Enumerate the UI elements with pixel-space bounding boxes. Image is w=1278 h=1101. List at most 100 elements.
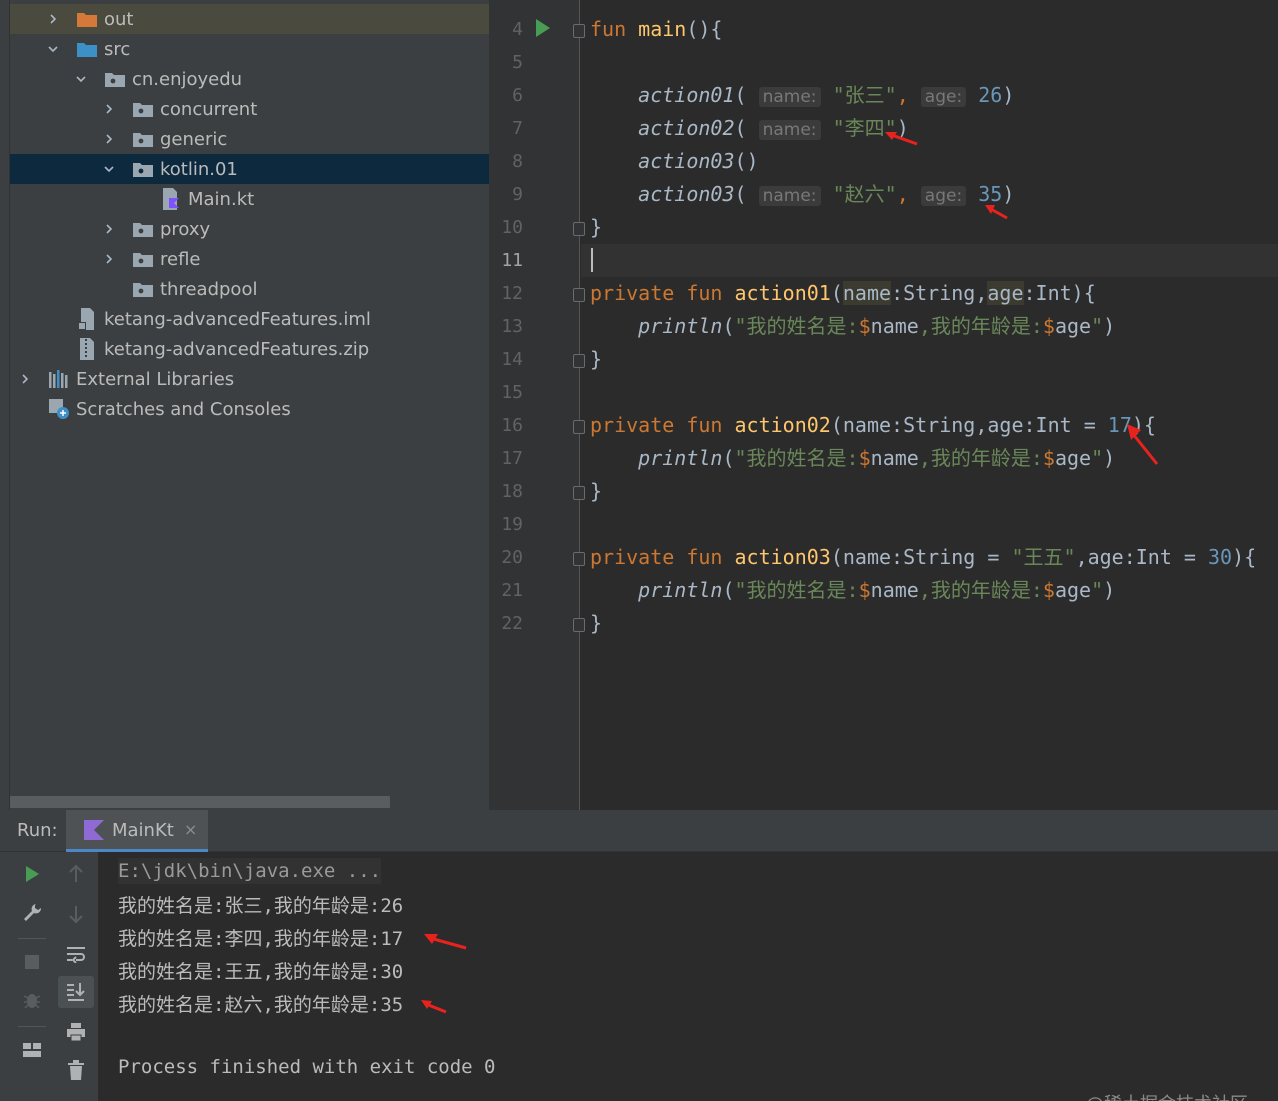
print-icon[interactable] <box>64 1020 88 1044</box>
tree-item-concurrent[interactable]: concurrent <box>10 94 489 124</box>
string-literal: "王五" <box>1011 545 1076 569</box>
function-call: action01 <box>638 83 735 107</box>
param-hint: age: <box>920 87 967 107</box>
function-name: main <box>638 17 687 41</box>
fold-marker-icon[interactable] <box>573 354 585 368</box>
annotation-arrow-icon <box>1127 424 1159 465</box>
chevron-right-icon[interactable] <box>100 214 118 244</box>
tree-item-refle[interactable]: refle <box>10 244 489 274</box>
project-tree-panel: out src cn.enjoyedu concurrent generic k… <box>0 0 489 810</box>
chevron-down-icon[interactable] <box>72 64 90 94</box>
string-literal: "张三" <box>832 83 897 107</box>
fold-marker-icon[interactable] <box>573 222 585 236</box>
fold-marker-icon[interactable] <box>573 24 585 38</box>
trash-icon[interactable] <box>64 1058 88 1082</box>
tree-item-label: refle <box>160 248 201 270</box>
code-editor[interactable]: 4 5 6 7 8 9 10 11 12 13 14 15 16 17 18 1… <box>489 0 1278 810</box>
chevron-right-icon[interactable] <box>100 124 118 154</box>
package-icon <box>104 64 126 94</box>
scroll-to-end-icon[interactable] <box>58 976 94 1008</box>
tree-item-proxy[interactable]: proxy <box>10 214 489 244</box>
tree-item-src[interactable]: src <box>10 34 489 64</box>
zip-file-icon <box>76 334 98 364</box>
layout-icon[interactable] <box>20 1038 44 1062</box>
chevron-right-icon[interactable] <box>100 244 118 274</box>
tree-item-label: Scratches and Consoles <box>76 398 291 420</box>
annotation-arrow-icon <box>421 1000 447 1014</box>
debug-bug-icon[interactable] <box>20 988 44 1012</box>
chevron-down-icon[interactable] <box>100 154 118 184</box>
console-output[interactable]: E:\jdk\bin\java.exe ... 我的姓名是:张三,我的年龄是:2… <box>98 852 1278 1101</box>
close-icon[interactable]: × <box>184 820 197 839</box>
run-label: Run: <box>17 820 58 841</box>
function-call: action02 <box>638 116 735 140</box>
tree-item-external-libraries[interactable]: External Libraries <box>10 364 489 394</box>
code-line: } <box>590 479 603 503</box>
keyword: fun <box>686 545 723 569</box>
fold-marker-icon[interactable] <box>573 618 585 632</box>
chevron-right-icon[interactable] <box>44 4 62 34</box>
line-number: 4 <box>512 19 523 40</box>
fold-marker-icon[interactable] <box>573 420 585 434</box>
run-gutter-icon[interactable] <box>536 19 550 37</box>
tree-item-scratches[interactable]: Scratches and Consoles <box>10 394 489 424</box>
tree-item-label: generic <box>160 128 228 150</box>
line-number: 16 <box>501 415 523 436</box>
template-var: name <box>870 578 919 602</box>
tree-item-label: kotlin.01 <box>160 158 238 180</box>
tree-horizontal-scrollbar[interactable] <box>10 796 390 808</box>
tree-item-main-kt[interactable]: Main.kt <box>10 184 489 214</box>
function-call: println <box>638 578 723 602</box>
code-line: } <box>590 347 603 371</box>
code-line: } <box>590 611 603 635</box>
run-tab-label: MainKt <box>112 820 174 841</box>
keyword: fun <box>686 281 723 305</box>
arrow-up-icon[interactable] <box>64 862 88 886</box>
watermark: @稀土掘金技术社区 <box>1086 1090 1248 1101</box>
run-tab-mainkt[interactable]: MainKt × <box>66 810 208 852</box>
code-line: private fun action02(name:String,age:Int… <box>590 409 1156 442</box>
line-number: 5 <box>512 52 523 73</box>
wrench-icon[interactable] <box>20 900 44 924</box>
tree-item-iml-file[interactable]: ketang-advancedFeatures.iml <box>10 304 489 334</box>
tree-item-cn-enjoyedu[interactable]: cn.enjoyedu <box>10 64 489 94</box>
param-hint: age: <box>920 186 967 206</box>
string-literal: "我的姓名是: <box>734 446 859 470</box>
console-command-line[interactable]: E:\jdk\bin\java.exe ... <box>118 858 382 884</box>
line-number: 19 <box>501 514 523 535</box>
string-literal: ,我的年龄是: <box>918 578 1043 602</box>
run-tool-window: Run: MainKt × E:\jdk\bin\java.exe ... 我的… <box>0 810 1278 1101</box>
tree-item-zip-file[interactable]: ketang-advancedFeatures.zip <box>10 334 489 364</box>
line-number: 7 <box>512 118 523 139</box>
function-call: println <box>638 446 723 470</box>
line-number: 12 <box>501 283 523 304</box>
stop-icon[interactable] <box>20 950 44 974</box>
line-number: 8 <box>512 151 523 172</box>
line-number: 22 <box>501 613 523 634</box>
template-var: name <box>870 314 919 338</box>
fold-marker-icon[interactable] <box>573 552 585 566</box>
code-line: action03( name: "赵六", age: 35) <box>638 182 1015 206</box>
chevron-down-icon[interactable] <box>44 34 62 64</box>
param-type: :Int){ <box>1023 281 1096 305</box>
rerun-icon[interactable] <box>20 862 44 886</box>
tree-item-label: proxy <box>160 218 211 240</box>
tree-item-label: concurrent <box>160 98 258 120</box>
console-line: 我的姓名是:李四,我的年龄是:17 <box>118 928 404 950</box>
fold-marker-icon[interactable] <box>573 486 585 500</box>
tree-item-label: threadpool <box>160 278 258 300</box>
keyword: private <box>590 281 675 305</box>
tree-item-out[interactable]: out <box>10 4 489 34</box>
soft-wrap-icon[interactable] <box>64 942 88 966</box>
keyword: fun <box>590 17 627 41</box>
kotlin-icon <box>84 820 104 844</box>
tree-item-generic[interactable]: generic <box>10 124 489 154</box>
fold-marker-icon[interactable] <box>573 288 585 302</box>
tree-item-kotlin-01[interactable]: kotlin.01 <box>10 154 489 184</box>
arrow-down-icon[interactable] <box>64 902 88 926</box>
code-line: action02( name: "李四") <box>638 116 909 140</box>
chevron-right-icon[interactable] <box>16 364 34 394</box>
chevron-right-icon[interactable] <box>100 94 118 124</box>
run-toolbar-left <box>10 852 54 1101</box>
tree-item-threadpool[interactable]: threadpool <box>10 274 489 304</box>
